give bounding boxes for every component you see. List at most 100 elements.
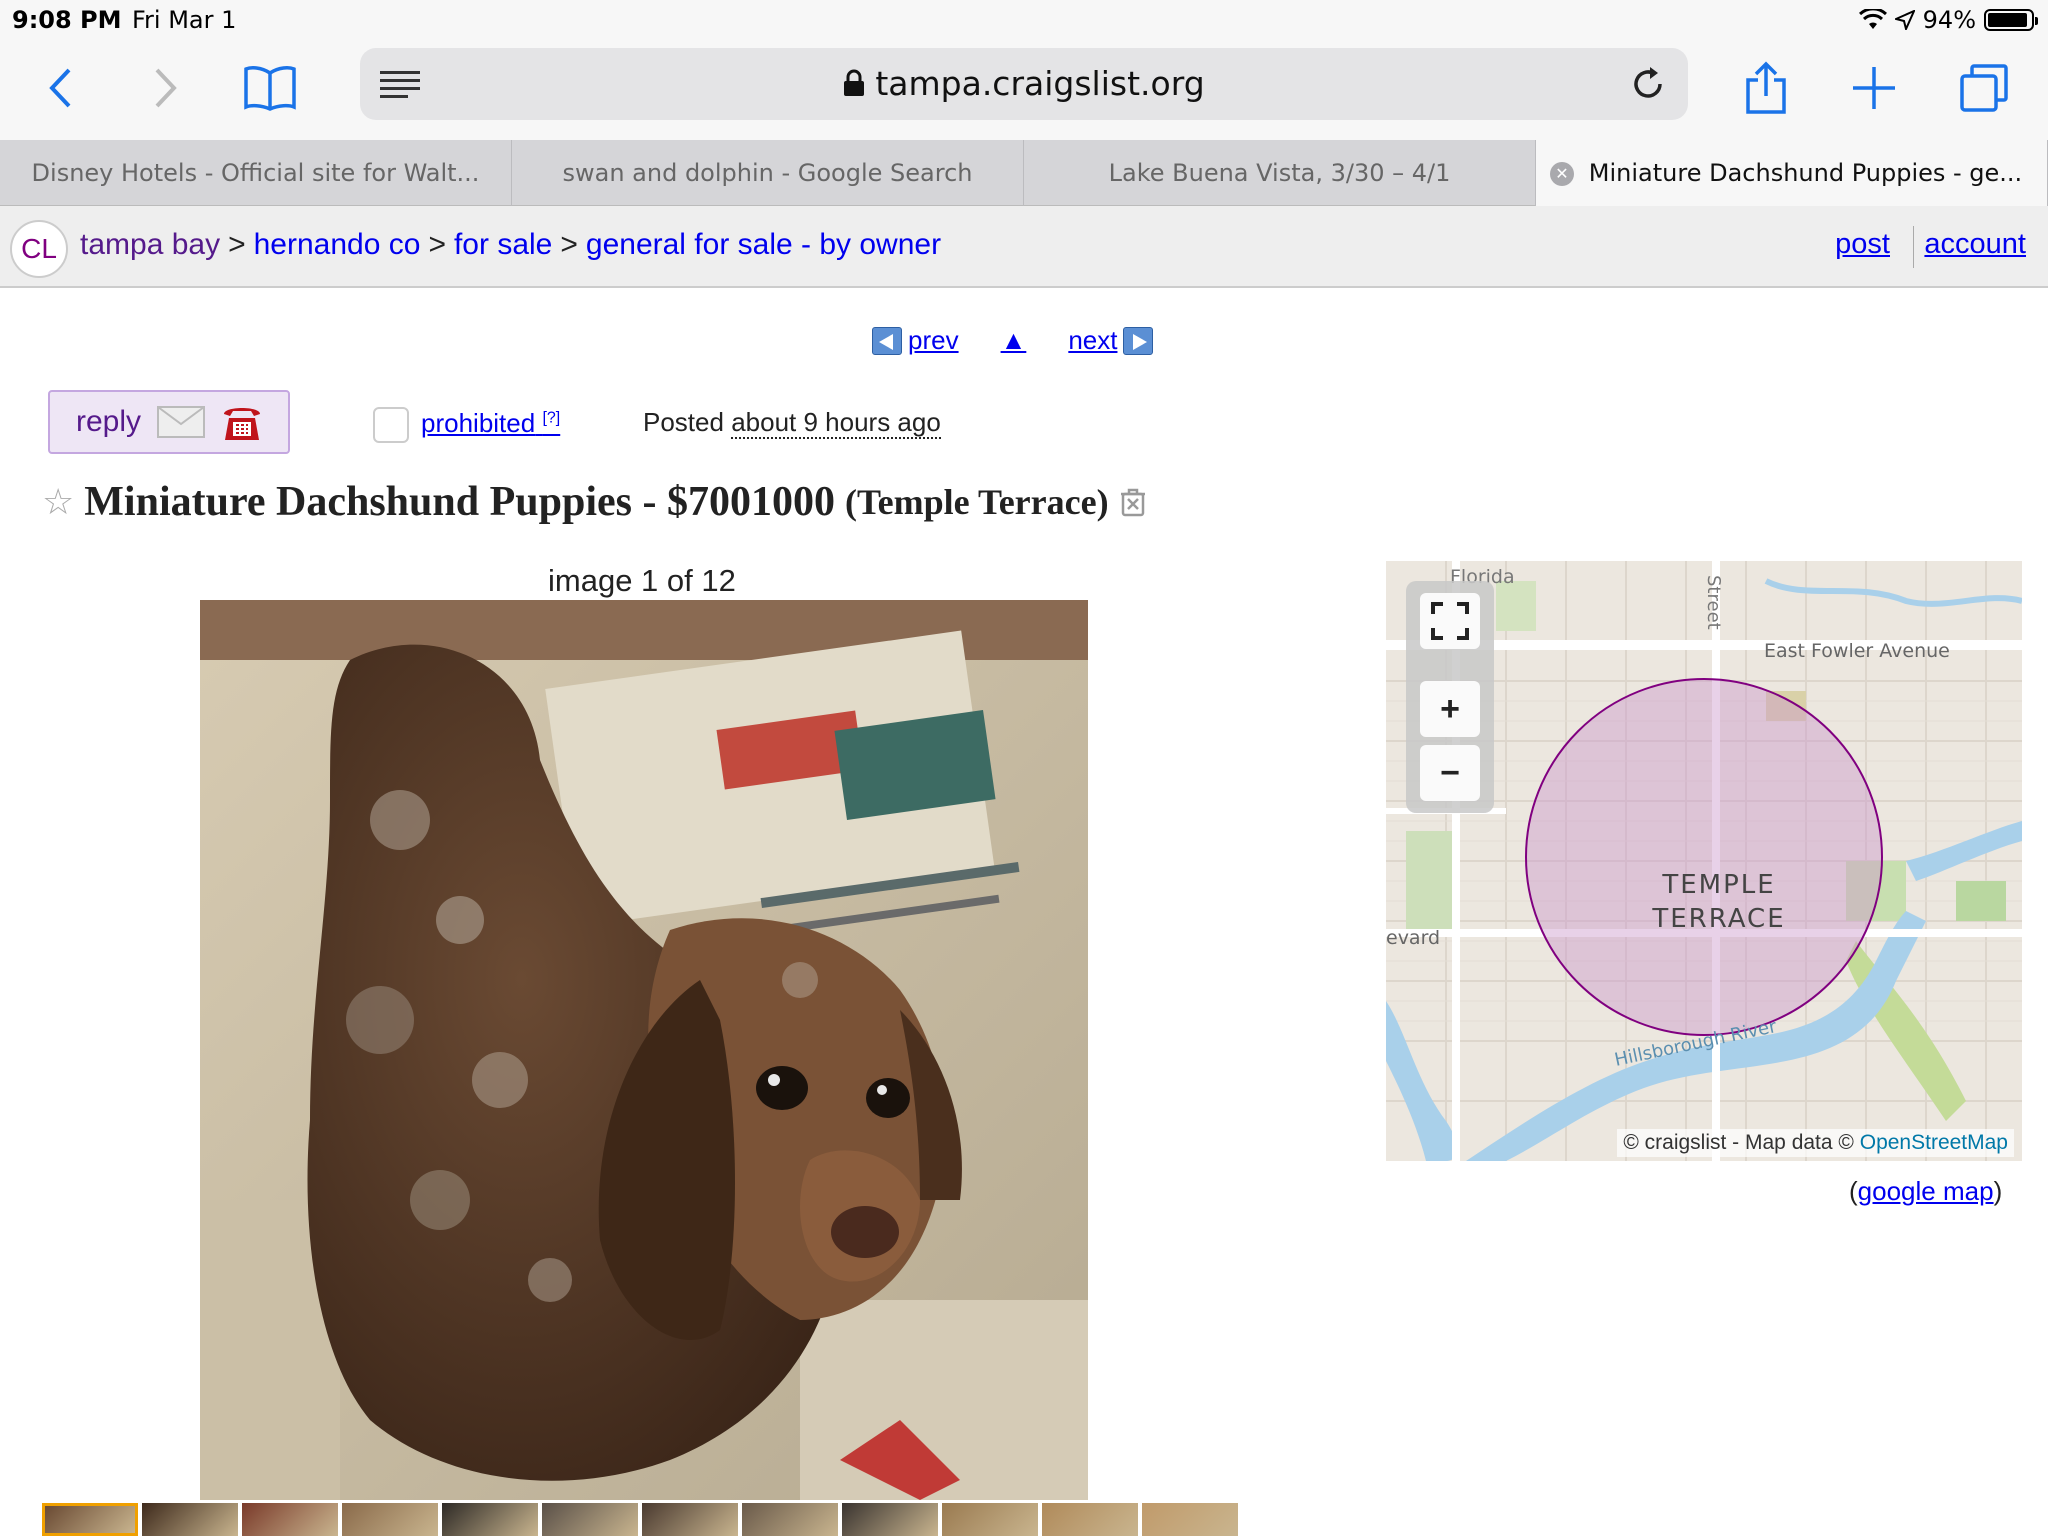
tabs-button[interactable] (1954, 58, 2014, 118)
account-link[interactable]: account (1924, 228, 2026, 261)
post-link[interactable]: post (1835, 228, 1890, 261)
thumbnail-image[interactable] (642, 1503, 738, 1536)
battery-icon (1984, 9, 2038, 31)
fullscreen-icon (1431, 602, 1469, 640)
craigslist-header: CL tampa bay > hernando co > for sale > genera… (0, 206, 2048, 288)
tab-lake-buena-vista[interactable]: Lake Buena Vista, 3/30 – 4/1 (1024, 140, 1536, 206)
status-bar: 9:08 PM Fri Mar 1 94% (0, 0, 2048, 40)
reply-label: reply (76, 405, 142, 438)
dachshund-photo (200, 600, 1088, 1500)
wifi-icon (1858, 9, 1887, 29)
tab-disney-hotels[interactable]: Disney Hotels - Official site for Walt..… (0, 140, 512, 206)
craigslist-logo[interactable]: CL (10, 220, 68, 278)
url-text: tampa.craigslist.org (875, 64, 1205, 103)
prohibited-help-link[interactable]: [?] (542, 409, 560, 426)
next-link[interactable]: next (1068, 325, 1154, 356)
prev-label: prev (908, 325, 959, 355)
breadcrumb-for-sale[interactable]: for sale (454, 228, 552, 261)
status-right: 94% (1858, 6, 2038, 34)
browser-toolbar: tampa.craigslist.org (0, 40, 2048, 140)
breadcrumb-hernando-co[interactable]: hernando co (254, 228, 421, 261)
map-zoom-out-button[interactable]: − (1420, 745, 1480, 801)
thumbnail-image[interactable] (142, 1503, 238, 1536)
location-arrow-icon (1894, 10, 1915, 30)
prev-link[interactable]: prev (872, 325, 959, 356)
map-label-temple: TEMPLE (1661, 870, 1775, 900)
close-tab-icon[interactable]: ✕ (1550, 162, 1574, 186)
map-attribution-prefix: © craigslist - Map data © (1623, 1131, 1854, 1154)
tab-label: swan and dolphin - Google Search (562, 159, 973, 187)
thumbnail-image[interactable] (542, 1503, 638, 1536)
tab-label: Lake Buena Vista, 3/30 – 4/1 (1108, 159, 1451, 187)
share-button[interactable] (1736, 58, 1796, 118)
posted-ago: about 9 hours ago (731, 407, 941, 439)
listing-title-row: ☆ Miniature Dachshund Puppies - $7001000… (42, 478, 1147, 526)
google-map-close-paren: ) (1993, 1176, 2003, 1206)
breadcrumb-tampa-bay[interactable]: tampa bay (80, 228, 220, 261)
openstreetmap-link[interactable]: OpenStreetMap (1860, 1131, 2008, 1154)
tabs-icon (1960, 64, 2008, 112)
tab-swan-dolphin[interactable]: swan and dolphin - Google Search (512, 140, 1024, 206)
tab-label: Disney Hotels - Official site for Walt..… (31, 159, 480, 187)
url-bar[interactable]: tampa.craigslist.org (360, 48, 1688, 120)
breadcrumb-separator: > (428, 228, 446, 261)
map-label-street: Street (1703, 575, 1724, 630)
posted-label: Posted (643, 407, 724, 437)
add-icon (1853, 67, 1895, 109)
breadcrumb: tampa bay > hernando co > for sale > general f… (80, 228, 941, 262)
listing-location: (Temple Terrace) (844, 482, 1109, 522)
listing-title: Miniature Dachshund Puppies - $7001000 (84, 479, 835, 525)
thumbnail-image[interactable] (842, 1503, 938, 1536)
status-time: 9:08 PM (12, 6, 122, 34)
telephone-icon (224, 408, 261, 440)
map-fullscreen-button[interactable] (1420, 593, 1480, 649)
header-divider (1913, 226, 1914, 268)
next-label: next (1068, 325, 1118, 355)
tab-dachshund-active[interactable]: ✕ Miniature Dachshund Puppies - ge... (1536, 140, 2048, 206)
thumbnail-image[interactable] (442, 1503, 538, 1536)
next-arrow-icon (1123, 326, 1154, 355)
envelope-icon (157, 406, 206, 438)
prev-arrow-icon (872, 326, 902, 355)
battery-fill (1988, 13, 2028, 27)
battery-percent: 94% (1922, 6, 1976, 34)
tab-strip: Disney Hotels - Official site for Walt..… (0, 140, 2048, 206)
breadcrumb-separator: > (560, 228, 578, 261)
thumbnail-image[interactable] (342, 1503, 438, 1536)
listing-photo[interactable] (200, 600, 1088, 1500)
prohibited-checkbox[interactable] (373, 407, 409, 443)
lock-icon (844, 69, 865, 96)
map-zoom-in-button[interactable]: + (1420, 681, 1480, 737)
back-button[interactable] (30, 58, 90, 118)
thumbnail-image[interactable] (242, 1503, 338, 1536)
google-map-link[interactable]: google map (1858, 1176, 1994, 1206)
status-date: Fri Mar 1 (132, 6, 237, 34)
google-map-open-paren: ( (1849, 1176, 1858, 1206)
map-zoom-controls: + − (1406, 581, 1494, 813)
forward-button[interactable] (136, 58, 196, 118)
bookmarks-button[interactable] (240, 58, 300, 118)
thumbnail-image[interactable] (742, 1503, 838, 1536)
back-icon (49, 68, 71, 108)
map-label-terrace: TERRACE (1651, 904, 1785, 934)
breadcrumb-general-for-sale[interactable]: general for sale - by owner (586, 228, 941, 261)
map-label-fowler: East Fowler Avenue (1764, 640, 1950, 662)
prohibited-link[interactable]: prohibited [?] (421, 408, 560, 439)
location-map[interactable]: Florida Street East Fowler Avenue evard … (1386, 561, 2022, 1161)
thumbnail-image[interactable] (42, 1503, 138, 1536)
hide-posting-icon[interactable] (1119, 487, 1147, 517)
tab-label: Miniature Dachshund Puppies - ge... (1588, 159, 2023, 187)
reply-button[interactable]: reply (48, 390, 290, 454)
thumbnail-image[interactable] (1142, 1503, 1238, 1536)
new-tab-button[interactable] (1844, 58, 1904, 118)
location-radius-circle (1525, 678, 1883, 1036)
up-link[interactable]: ▲ (1001, 325, 1027, 356)
google-map-link-wrapper: (google map) (1849, 1176, 2002, 1207)
breadcrumb-separator: > (228, 228, 246, 261)
thumbnail-image[interactable] (942, 1503, 1038, 1536)
favorite-star-icon[interactable]: ☆ (42, 481, 74, 523)
reload-icon[interactable] (1628, 64, 1668, 104)
map-attribution: © craigslist - Map data © OpenStreetMap (1617, 1129, 2014, 1157)
thumbnail-image[interactable] (1042, 1503, 1138, 1536)
image-counter: image 1 of 12 (548, 563, 736, 598)
